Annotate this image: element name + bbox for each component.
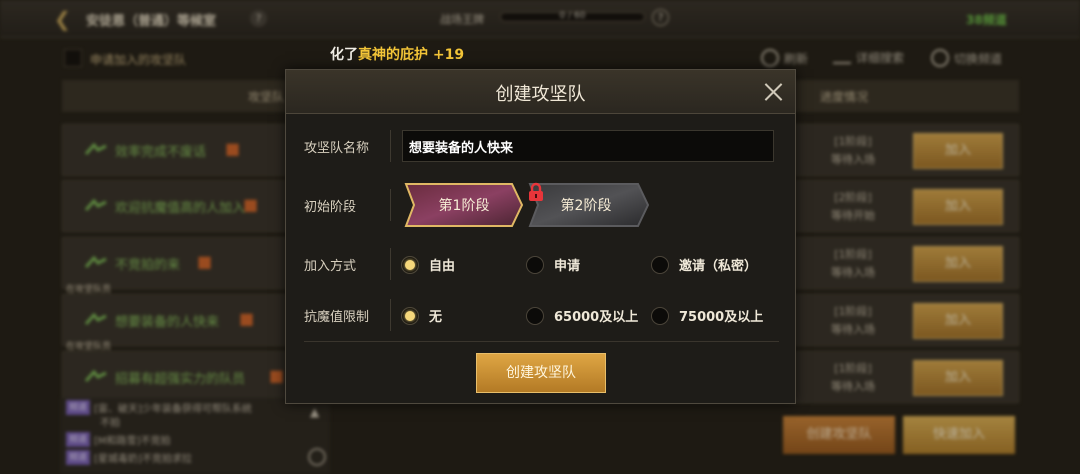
close-icon[interactable] (761, 80, 785, 104)
dialog-title: 创建攻坚队 (495, 84, 586, 105)
stage2-label: 第2阶段 (560, 198, 612, 214)
limit-option[interactable]: 75000及以上 (651, 306, 763, 325)
radio-button-icon[interactable] (401, 306, 419, 325)
dialog-header: 创建攻坚队 (286, 70, 795, 114)
limit-option-label: 无 (429, 310, 443, 325)
notification-banner: 化了真神的庇护 +19 (330, 44, 464, 64)
stage2-button[interactable]: 第2阶段 (528, 182, 650, 228)
join-mode-option-label: 邀请（私密） (679, 259, 758, 274)
limit-option-label: 65000及以上 (554, 310, 639, 325)
radio-button-icon[interactable] (651, 306, 669, 325)
team-name-separator (390, 130, 391, 162)
join-mode-option[interactable]: 邀请（私密） (651, 255, 757, 274)
limit-label: 抗魔值限制 (304, 309, 370, 325)
join-mode-option[interactable]: 自由 (401, 255, 455, 274)
create-team-button[interactable]: 创建攻坚队 (476, 353, 606, 393)
dialog-divider (304, 341, 779, 342)
radio-button-icon[interactable] (526, 255, 544, 274)
stage-label: 初始阶段 (304, 199, 357, 215)
notification-highlight: 真神的庇护 +19 (358, 47, 465, 63)
radio-button-icon[interactable] (651, 255, 669, 274)
team-name-input[interactable] (402, 130, 774, 162)
stage1-button[interactable]: 第1阶段 (404, 182, 524, 228)
join-mode-separator (390, 248, 391, 280)
join-mode-option-label: 申请 (554, 259, 581, 274)
create-team-dialog: 创建攻坚队 攻坚队名称 初始阶段 第1阶段 (285, 69, 796, 404)
team-name-label: 攻坚队名称 (304, 140, 370, 156)
join-mode-option[interactable]: 申请 (526, 255, 580, 274)
radio-button-icon[interactable] (401, 255, 419, 274)
limit-option[interactable]: 无 (401, 306, 442, 325)
join-mode-label: 加入方式 (304, 258, 357, 274)
limit-separator (390, 299, 391, 331)
join-mode-option-label: 自由 (429, 259, 456, 274)
stage1-label: 第1阶段 (438, 198, 490, 214)
stage-separator (390, 189, 391, 221)
limit-option[interactable]: 65000及以上 (526, 306, 638, 325)
notification-prefix: 化了 (330, 47, 358, 63)
limit-option-label: 75000及以上 (679, 310, 764, 325)
radio-button-icon[interactable] (526, 306, 544, 325)
lock-icon (529, 182, 543, 201)
